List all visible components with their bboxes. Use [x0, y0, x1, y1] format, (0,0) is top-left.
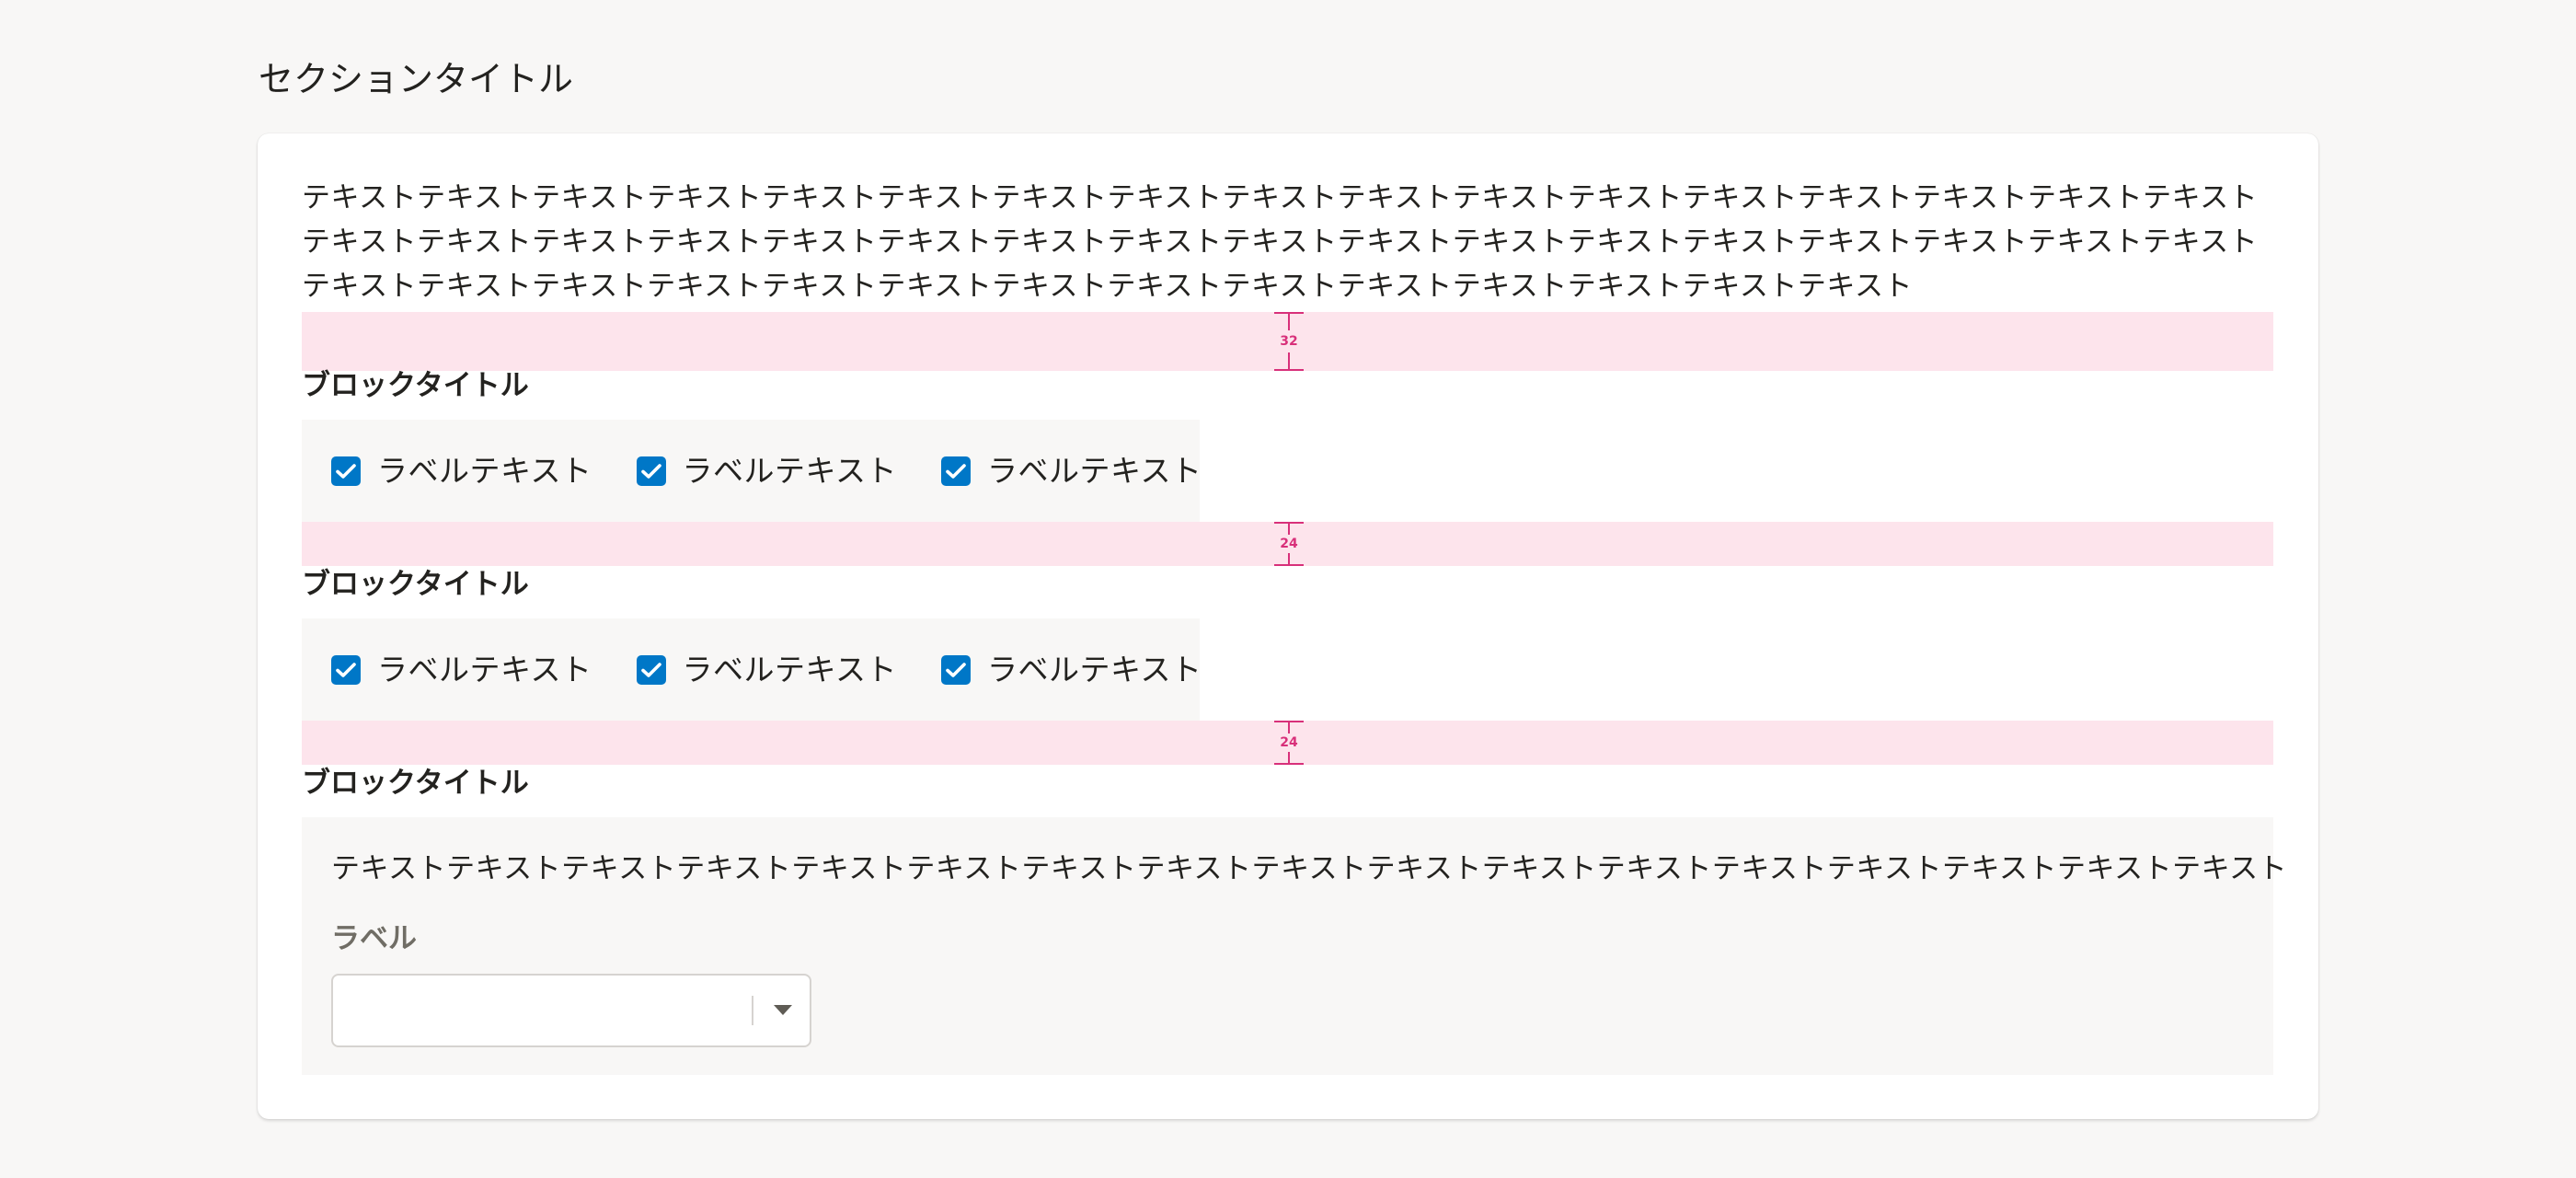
- checkbox-item[interactable]: ラベルテキスト: [331, 650, 592, 690]
- spacing-indicator-24: 24: [302, 721, 2273, 765]
- block-title: ブロックタイトル: [302, 369, 529, 402]
- checkbox-checked-icon[interactable]: [331, 456, 361, 486]
- checkbox-item[interactable]: ラベルテキスト: [941, 650, 1202, 690]
- spacing-value: 32: [1267, 334, 1311, 349]
- checkbox-checked-icon[interactable]: [636, 456, 666, 486]
- intro-text: テキストテキストテキストテキストテキストテキストテキストテキストテキストテキスト…: [302, 181, 2259, 303]
- form-panel: テキストテキストテキストテキストテキストテキストテキストテキストテキストテキスト…: [302, 817, 2287, 1075]
- content-card: テキストテキストテキストテキストテキストテキストテキストテキストテキストテキスト…: [258, 133, 2318, 1119]
- section-title: セクションタイトル: [259, 59, 574, 99]
- block-title: ブロックタイトル: [302, 568, 529, 601]
- spacing-indicator-24: 24: [302, 522, 2273, 566]
- chevron-down-icon[interactable]: [774, 1005, 792, 1015]
- panel-text: テキストテキストテキストテキストテキストテキストテキストテキストテキストテキスト…: [331, 852, 2288, 885]
- checkbox-checked-icon[interactable]: [941, 456, 972, 486]
- checkbox-item[interactable]: ラベルテキスト: [636, 451, 898, 491]
- checkbox-item[interactable]: ラベルテキスト: [331, 451, 592, 491]
- select-divider: [752, 996, 753, 1025]
- checkbox-label: ラベルテキスト: [987, 651, 1202, 687]
- checkbox-checked-icon[interactable]: [331, 654, 361, 685]
- checkbox-label: ラベルテキスト: [987, 452, 1202, 489]
- spacing-marker: 24: [1267, 721, 1311, 765]
- checkbox-item[interactable]: ラベルテキスト: [941, 451, 1202, 491]
- checkbox-label: ラベルテキスト: [377, 651, 592, 687]
- field-label: ラベル: [331, 922, 417, 955]
- checkbox-label: ラベルテキスト: [682, 651, 898, 687]
- checkbox-group: ラベルテキスト ラベルテキスト ラベルテキスト: [302, 618, 1202, 721]
- spacing-indicator-32: 32: [302, 312, 2273, 371]
- spacing-value: 24: [1267, 537, 1311, 551]
- checkbox-checked-icon[interactable]: [636, 654, 666, 685]
- checkbox-item[interactable]: ラベルテキスト: [636, 650, 898, 690]
- select-dropdown[interactable]: [331, 974, 811, 1047]
- checkbox-label: ラベルテキスト: [377, 452, 592, 489]
- spacing-value: 24: [1267, 735, 1311, 750]
- spacing-marker: 32: [1267, 312, 1311, 371]
- checkbox-checked-icon[interactable]: [941, 654, 972, 685]
- spacing-marker: 24: [1267, 522, 1311, 566]
- checkbox-group: ラベルテキスト ラベルテキスト ラベルテキスト: [302, 420, 1202, 522]
- block-title: ブロックタイトル: [302, 767, 529, 800]
- checkbox-label: ラベルテキスト: [682, 452, 898, 489]
